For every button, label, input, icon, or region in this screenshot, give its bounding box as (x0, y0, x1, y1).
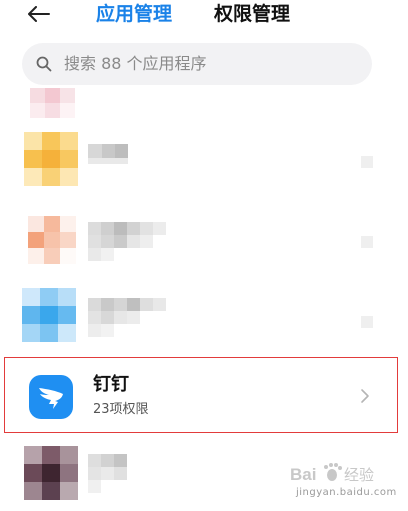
tab-app-management[interactable]: 应用管理 (96, 2, 172, 26)
chevron-right-icon (361, 156, 373, 168)
app-icon-blurred (24, 132, 78, 186)
chevron-right-icon (361, 316, 373, 328)
search-bar[interactable]: 搜索 88 个应用程序 (22, 43, 372, 85)
app-icon-blurred (22, 288, 76, 342)
svg-text:Bai: Bai (290, 465, 316, 484)
app-label-blurred (88, 454, 140, 494)
app-icon-blurred (24, 446, 78, 500)
svg-text:经验: 经验 (344, 466, 374, 484)
back-arrow-icon[interactable] (28, 6, 50, 22)
tab-permission-management[interactable]: 权限管理 (214, 2, 290, 26)
app-icon-blurred (30, 88, 76, 118)
top-bar: 应用管理 权限管理 (0, 0, 408, 34)
app-row-dingtalk[interactable]: 钉钉 23项权限 (4, 357, 398, 433)
search-icon (36, 56, 52, 72)
app-label-blurred (88, 144, 128, 164)
app-label-blurred (88, 298, 166, 340)
app-label-blurred (88, 222, 166, 264)
app-permission-count: 23项权限 (93, 402, 149, 417)
app-name: 钉钉 (93, 374, 129, 395)
chevron-right-icon (361, 236, 373, 248)
chevron-right-icon (361, 389, 369, 403)
watermark-url: jingyan.baidu.com (296, 487, 397, 498)
dingtalk-icon (29, 375, 73, 419)
search-placeholder: 搜索 88 个应用程序 (64, 54, 207, 73)
app-icon-blurred (28, 216, 76, 264)
